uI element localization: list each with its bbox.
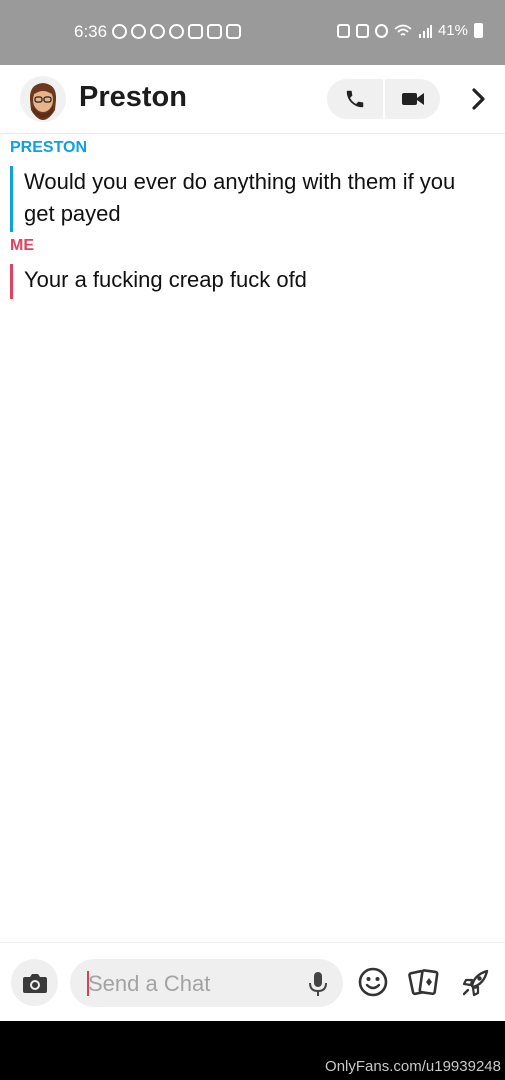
chat-header: Preston (0, 65, 505, 134)
facebook-icon (131, 24, 146, 39)
message-text[interactable]: Your a fucking creap fuck ofd (10, 264, 470, 299)
alarm-icon (374, 23, 388, 38)
system-status: 41% (336, 22, 483, 39)
messenger-icon (169, 24, 184, 39)
gallery-icon (226, 24, 241, 39)
rocket-icon[interactable] (460, 966, 492, 998)
camera-button[interactable] (11, 959, 58, 1006)
notification-icons (112, 24, 241, 39)
avatar[interactable] (20, 76, 66, 122)
battery-icon (474, 23, 483, 38)
video-camera-icon (401, 93, 424, 105)
phone-icon (346, 90, 364, 108)
call-controls (327, 79, 440, 119)
status-time: 6:36 (74, 22, 108, 41)
facebook-icon (112, 24, 127, 39)
video-call-button[interactable] (385, 79, 440, 119)
cards-icon[interactable] (408, 966, 440, 998)
smiley-icon[interactable] (357, 966, 389, 998)
call-button[interactable] (327, 79, 383, 119)
contact-name[interactable]: Preston (79, 81, 187, 114)
messenger-icon (150, 24, 165, 39)
sender-label: PRESTON (10, 139, 88, 156)
instagram-icon (207, 24, 222, 39)
instagram-icon (188, 24, 203, 39)
message-text[interactable]: Would you ever do anything with them if … (10, 166, 470, 232)
sender-label: ME (10, 237, 34, 254)
open-profile-button[interactable] (462, 81, 496, 117)
composer-bar (0, 942, 505, 1022)
watermark: OnlyFans.com/u19939248 (325, 1058, 501, 1075)
status-bar: 6:36 41% (0, 0, 505, 65)
battery-percent: 41% (437, 22, 468, 39)
chat-input-container[interactable] (70, 959, 343, 1007)
camera-icon (22, 973, 47, 993)
microphone-icon[interactable] (306, 970, 330, 998)
signal-icon (418, 24, 432, 38)
wifi-icon (394, 24, 412, 36)
chat-input[interactable] (86, 967, 300, 1001)
vibrate-icon (355, 23, 369, 38)
chevron-right-icon (472, 88, 485, 110)
text-cursor (87, 971, 89, 996)
nfc-icon (336, 23, 350, 38)
